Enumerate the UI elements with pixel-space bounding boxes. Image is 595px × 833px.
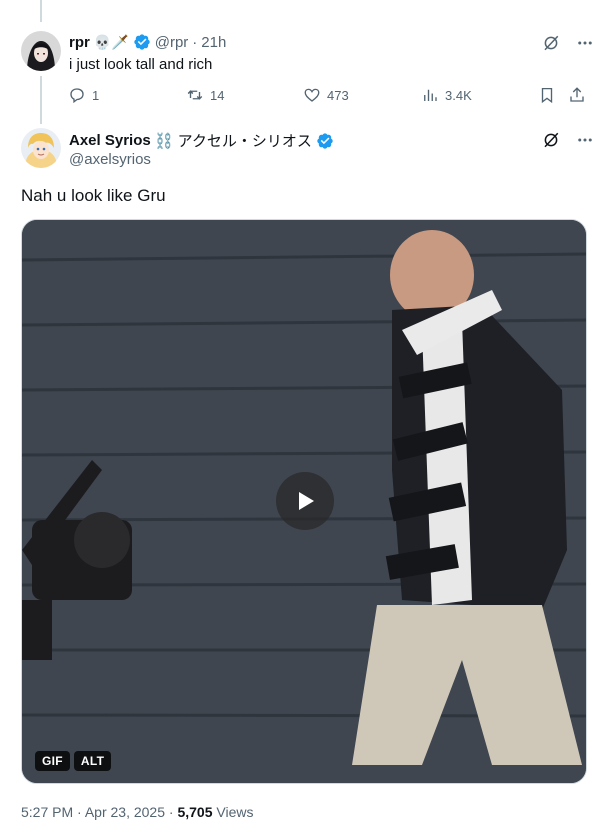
more-options-icon[interactable] bbox=[575, 33, 595, 53]
main-text: Nah u look like Gru bbox=[21, 186, 166, 205]
main-name-row: Axel Syrios ⛓️ アクセル・シリオス bbox=[69, 130, 334, 151]
reply-time[interactable]: 21h bbox=[201, 34, 226, 51]
reply-button[interactable]: 1 bbox=[68, 86, 99, 104]
views-total: 5,705 bbox=[177, 804, 213, 820]
retweet-icon bbox=[187, 90, 203, 100]
retweet-count: 14 bbox=[210, 87, 225, 103]
reply-name-emojis: 💀🗡️ bbox=[93, 34, 129, 50]
post-date[interactable]: Apr 23, 2025 bbox=[85, 804, 165, 820]
views-chart-icon bbox=[424, 89, 437, 101]
verified-badge-icon bbox=[316, 132, 334, 150]
main-display-name[interactable]: Axel Syrios bbox=[69, 132, 151, 149]
reply-actions: 1 14 473 3.4K bbox=[68, 86, 588, 108]
tweet-meta: 5:27 PM · Apr 23, 2025 · 5,705 Views bbox=[21, 804, 253, 820]
grok-icon[interactable] bbox=[541, 130, 561, 150]
main-name-suffix: ⛓️ アクセル・シリオス bbox=[154, 133, 312, 150]
more-options-icon[interactable] bbox=[575, 130, 595, 150]
reply-handle[interactable]: @rpr bbox=[155, 34, 189, 51]
reply-icon bbox=[70, 88, 84, 104]
bookmark-icon bbox=[541, 87, 553, 104]
reply-display-name[interactable]: rpr bbox=[69, 34, 90, 51]
bookmark-button[interactable] bbox=[538, 86, 556, 104]
reply-count: 1 bbox=[92, 87, 100, 103]
like-button[interactable]: 473 bbox=[303, 86, 349, 104]
reply-top-icons bbox=[541, 33, 595, 53]
like-count: 473 bbox=[327, 87, 349, 103]
main-top-icons bbox=[541, 130, 595, 150]
grok-icon[interactable] bbox=[541, 33, 561, 53]
verified-badge-icon bbox=[133, 33, 151, 51]
reply-name-row: rpr 💀🗡️ @rpr · 21h bbox=[69, 33, 226, 51]
retweet-button[interactable]: 14 bbox=[186, 86, 224, 104]
meta-separator: · bbox=[168, 804, 174, 820]
share-icon bbox=[570, 87, 584, 102]
gif-badge: GIF bbox=[35, 751, 70, 771]
avatar-rpr[interactable] bbox=[21, 31, 61, 71]
views-button[interactable]: 3.4K bbox=[421, 86, 472, 104]
meta-separator: · bbox=[77, 804, 82, 820]
heart-icon bbox=[304, 88, 320, 102]
post-time[interactable]: 5:27 PM bbox=[21, 804, 73, 820]
alt-badge[interactable]: ALT bbox=[73, 751, 112, 771]
share-button[interactable] bbox=[568, 86, 586, 104]
media-badges: GIF ALT bbox=[35, 751, 112, 771]
play-icon bbox=[299, 492, 314, 510]
thread-line-top bbox=[40, 0, 42, 22]
views-label: Views bbox=[216, 804, 254, 820]
main-handle[interactable]: @axelsyrios bbox=[69, 151, 151, 168]
separator-dot: · bbox=[192, 33, 198, 51]
views-count: 3.4K bbox=[445, 87, 472, 103]
play-button[interactable] bbox=[276, 472, 334, 530]
avatar-axelsyrios[interactable] bbox=[21, 128, 61, 168]
reply-text: i just look tall and rich bbox=[69, 56, 213, 73]
thread-line bbox=[40, 76, 42, 124]
media-gif[interactable]: GIF ALT bbox=[21, 219, 587, 784]
